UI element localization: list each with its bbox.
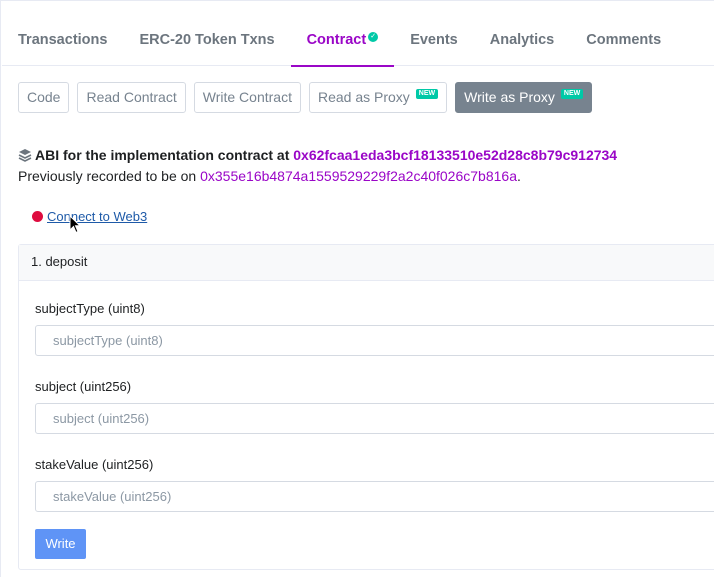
stake-value-input[interactable] <box>35 481 714 512</box>
main-tabs: Transactions ERC-20 Token Txns Contract ✓… <box>2 18 714 67</box>
tab-label: Contract <box>306 32 367 48</box>
subtab-label: Write Contract <box>202 89 292 105</box>
tab-label: ERC-20 Token Txns <box>139 32 275 48</box>
function-deposit-body: subjectType (uint8) subject (uint256) st… <box>19 281 714 559</box>
subtab-label: Read as Proxy <box>317 89 410 105</box>
function-deposit-header[interactable]: 1. deposit <box>19 245 714 281</box>
abi-prefix-text: ABI for the implementation contract at <box>35 147 294 163</box>
status-dot-icon <box>32 211 43 222</box>
implementation-address-link[interactable]: 0x62fcaa1eda3bcf18133510e52d28c8b79c9127… <box>293 147 617 163</box>
mouse-pointer-icon <box>69 215 81 234</box>
stake-value-label: stakeValue (uint256) <box>35 457 154 472</box>
tab-transactions[interactable]: Transactions <box>2 18 123 66</box>
tab-label: Events <box>410 32 458 48</box>
subtab-write-as-proxy[interactable]: Write as Proxy NEW <box>455 82 593 113</box>
previous-address-link[interactable]: 0x355e16b4874a1559529229f2a2c40f026c7b81… <box>200 168 517 184</box>
previous-suffix-text: . <box>516 168 521 184</box>
layers-icon <box>18 149 32 162</box>
tab-label: Transactions <box>18 32 108 48</box>
abi-implementation-line: ABI for the implementation contract at 0… <box>18 147 617 163</box>
subtab-write-contract[interactable]: Write Contract <box>193 82 301 113</box>
connect-web3: Connect to Web3 <box>32 209 147 224</box>
subtab-read-contract[interactable]: Read Contract <box>77 82 186 113</box>
subtab-read-as-proxy[interactable]: Read as Proxy NEW <box>308 82 448 113</box>
previous-prefix-text: Previously recorded to be on <box>18 168 201 184</box>
subject-type-label: subjectType (uint8) <box>35 301 145 316</box>
function-deposit-panel: 1. deposit subjectType (uint8) subject (… <box>18 244 714 570</box>
subtab-label: Write as Proxy <box>464 89 555 105</box>
new-badge: NEW <box>560 89 584 99</box>
subtab-label: Read Contract <box>86 89 177 105</box>
new-badge: NEW <box>415 89 439 99</box>
tab-comments[interactable]: Comments <box>570 18 677 66</box>
contract-subtabs: Code Read Contract Write Contract Read a… <box>18 82 600 113</box>
subject-type-input[interactable] <box>35 325 714 356</box>
tab-contract[interactable]: Contract ✓ <box>290 18 395 67</box>
tab-label: Analytics <box>489 32 555 48</box>
tab-label: Comments <box>586 32 662 48</box>
connect-to-web3-link[interactable]: Connect to Web3 <box>47 209 147 224</box>
subject-input[interactable] <box>35 403 714 434</box>
contract-card: Transactions ERC-20 Token Txns Contract ✓… <box>0 0 714 577</box>
write-button[interactable]: Write <box>35 528 86 559</box>
subtab-code[interactable]: Code <box>18 82 70 113</box>
previous-address-line: Previously recorded to be on 0x355e16b48… <box>18 168 521 184</box>
subject-label: subject (uint256) <box>35 379 132 394</box>
check-circle-icon: ✓ <box>368 32 379 42</box>
tab-analytics[interactable]: Analytics <box>474 18 570 66</box>
tab-events[interactable]: Events <box>394 18 474 66</box>
tab-erc20-token-txns[interactable]: ERC-20 Token Txns <box>123 18 290 66</box>
subtab-label: Code <box>27 89 61 105</box>
